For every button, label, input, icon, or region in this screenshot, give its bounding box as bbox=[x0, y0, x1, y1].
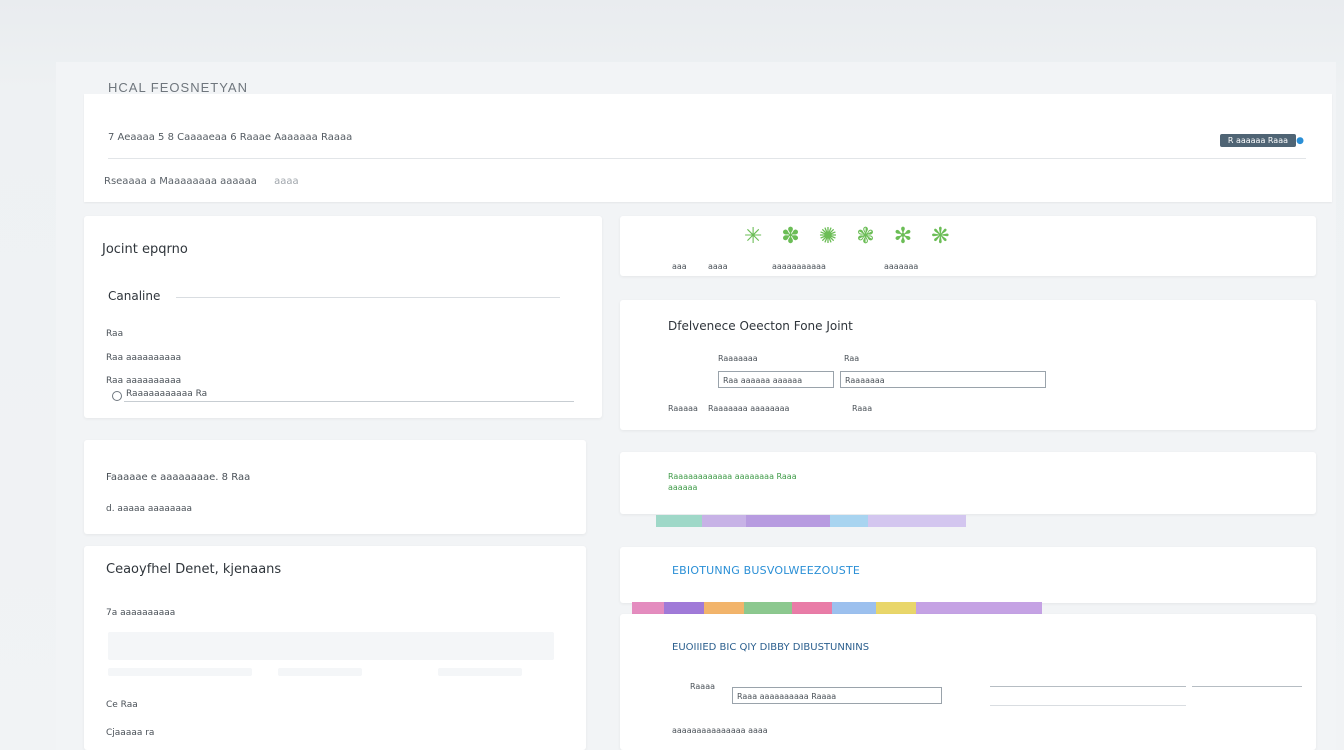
form-field-2[interactable]: Raaaaaaa bbox=[840, 371, 1046, 388]
form-label-1: Raaaaaaa bbox=[718, 354, 758, 363]
form-note-b: Raaaaaaa aaaaaaaa bbox=[708, 404, 790, 413]
details-card: Ceaoyfhel Denet, kjenaans 7a aaaaaaaaaa … bbox=[84, 546, 586, 750]
radio-button[interactable] bbox=[112, 391, 122, 401]
header-subtitle-muted: aaaa bbox=[274, 176, 299, 187]
header-breadcrumb[interactable]: 7 Aeaaaa 5 8 Caaaaeaa 6 Raaae Aaaaaaa Ra… bbox=[108, 132, 352, 143]
option-row-1[interactable]: Raa bbox=[106, 329, 123, 339]
bottom-card-rule bbox=[990, 686, 1186, 687]
scenario-card: Jocint epqrno Canaline Raa Raa aaaaaaaaa… bbox=[84, 216, 602, 418]
summary-line-2: d. aaaaa aaaaaaaa bbox=[106, 504, 192, 514]
details-field[interactable] bbox=[108, 632, 554, 660]
bottom-card-footer: aaaaaaaaaaaaaaa aaaa bbox=[672, 726, 768, 735]
heading-card-title: EBIOTUNNG BUSVOLWEEZOUSTE bbox=[672, 564, 861, 577]
header-action-button[interactable]: R aaaaaa Raaa bbox=[1219, 134, 1296, 147]
header-subtitle: Rseaaaa a Maaaaaaaa aaaaaa aaaa bbox=[104, 176, 299, 187]
option-row-3[interactable]: Raa aaaaaaaaaa bbox=[106, 376, 181, 386]
bottom-card-rule bbox=[990, 705, 1186, 706]
form-field-1[interactable]: Raa aaaaaa aaaaaa bbox=[718, 371, 834, 388]
form-note-a: Raaaaa bbox=[668, 404, 698, 413]
form-card-title: Dfelvenece Oeecton Fone Joint bbox=[668, 319, 853, 333]
status-line-2: aaaaaa bbox=[668, 483, 698, 492]
page-header: 7 Aeaaaa 5 8 Caaaaeaa 6 Raaae Aaaaaaa Ra… bbox=[84, 94, 1332, 202]
status-line-1: Raaaaaaaaaaaa aaaaaaaa Raaa bbox=[668, 472, 797, 481]
summary-card: Faaaaae e aaaaaaaae. 8 Raa d. aaaaa aaaa… bbox=[84, 440, 586, 534]
status-card: Raaaaaaaaaaaa aaaaaaaa Raaa aaaaaa bbox=[620, 452, 1316, 514]
banner-caption-mid: aaaa bbox=[708, 262, 728, 271]
details-row-1: 7a aaaaaaaaaa bbox=[106, 608, 176, 618]
bottom-card-rule bbox=[1192, 686, 1302, 687]
form-note-c: Raaa bbox=[852, 404, 873, 413]
banner-caption-right: aaaaaaa bbox=[884, 262, 919, 271]
option-row-2[interactable]: Raa aaaaaaaaaa bbox=[106, 353, 181, 363]
details-row-2[interactable]: Ce Raa bbox=[106, 700, 138, 710]
bottom-card-label: Raaaa bbox=[690, 682, 715, 691]
details-row-3[interactable]: Cjaaaaa ra bbox=[106, 728, 154, 738]
section-label: Canaline bbox=[108, 289, 161, 303]
banner-caption-main: aaaaaaaaaaa bbox=[772, 262, 826, 271]
arrow-icon[interactable]: ● bbox=[1296, 136, 1304, 146]
form-card: Dfelvenece Oeecton Fone Joint Raaaaaaa R… bbox=[620, 300, 1316, 430]
details-field-placeholder bbox=[108, 668, 252, 676]
bottom-card-field[interactable]: Raaa aaaaaaaaaa Raaaa bbox=[732, 687, 942, 704]
banner-caption-left: aaa bbox=[672, 262, 687, 271]
header-divider bbox=[108, 158, 1306, 159]
banner-glyphs: ✳ ✽ ✺ ❃ ✻ ❋ bbox=[744, 224, 956, 249]
details-field-placeholder bbox=[278, 668, 362, 676]
heading-card: EBIOTUNNG BUSVOLWEEZOUSTE bbox=[620, 547, 1316, 603]
details-field-placeholder bbox=[438, 668, 522, 676]
status-color-strip bbox=[656, 515, 966, 527]
summary-line-1: Faaaaae e aaaaaaaae. 8 Raa bbox=[106, 472, 251, 483]
app-title: HCAL FEOSNETYAN bbox=[108, 80, 248, 95]
banner-graphic: ✳ ✽ ✺ ❃ ✻ ❋ bbox=[744, 224, 956, 249]
heading-color-strip bbox=[632, 602, 1042, 614]
bottom-card: EUOIIIED BIC QIY DIBBY DIBUSTUNNINS Raaa… bbox=[620, 614, 1316, 750]
details-card-title: Ceaoyfhel Denet, kjenaans bbox=[106, 562, 282, 577]
header-subtitle-text: Rseaaaa a Maaaaaaaa aaaaaa bbox=[104, 176, 257, 187]
option-row-4[interactable]: Raaaaaaaaaaa Ra bbox=[126, 389, 207, 399]
section-rule bbox=[176, 297, 560, 298]
bottom-card-title: EUOIIIED BIC QIY DIBBY DIBUSTUNNINS bbox=[672, 642, 870, 653]
form-label-2: Raa bbox=[844, 354, 860, 363]
slider-track[interactable] bbox=[124, 401, 574, 402]
banner-card: ✳ ✽ ✺ ❃ ✻ ❋ aaa aaaa aaaaaaaaaaa aaaaaaa bbox=[620, 216, 1316, 276]
scenario-card-title: Jocint epqrno bbox=[102, 242, 188, 257]
